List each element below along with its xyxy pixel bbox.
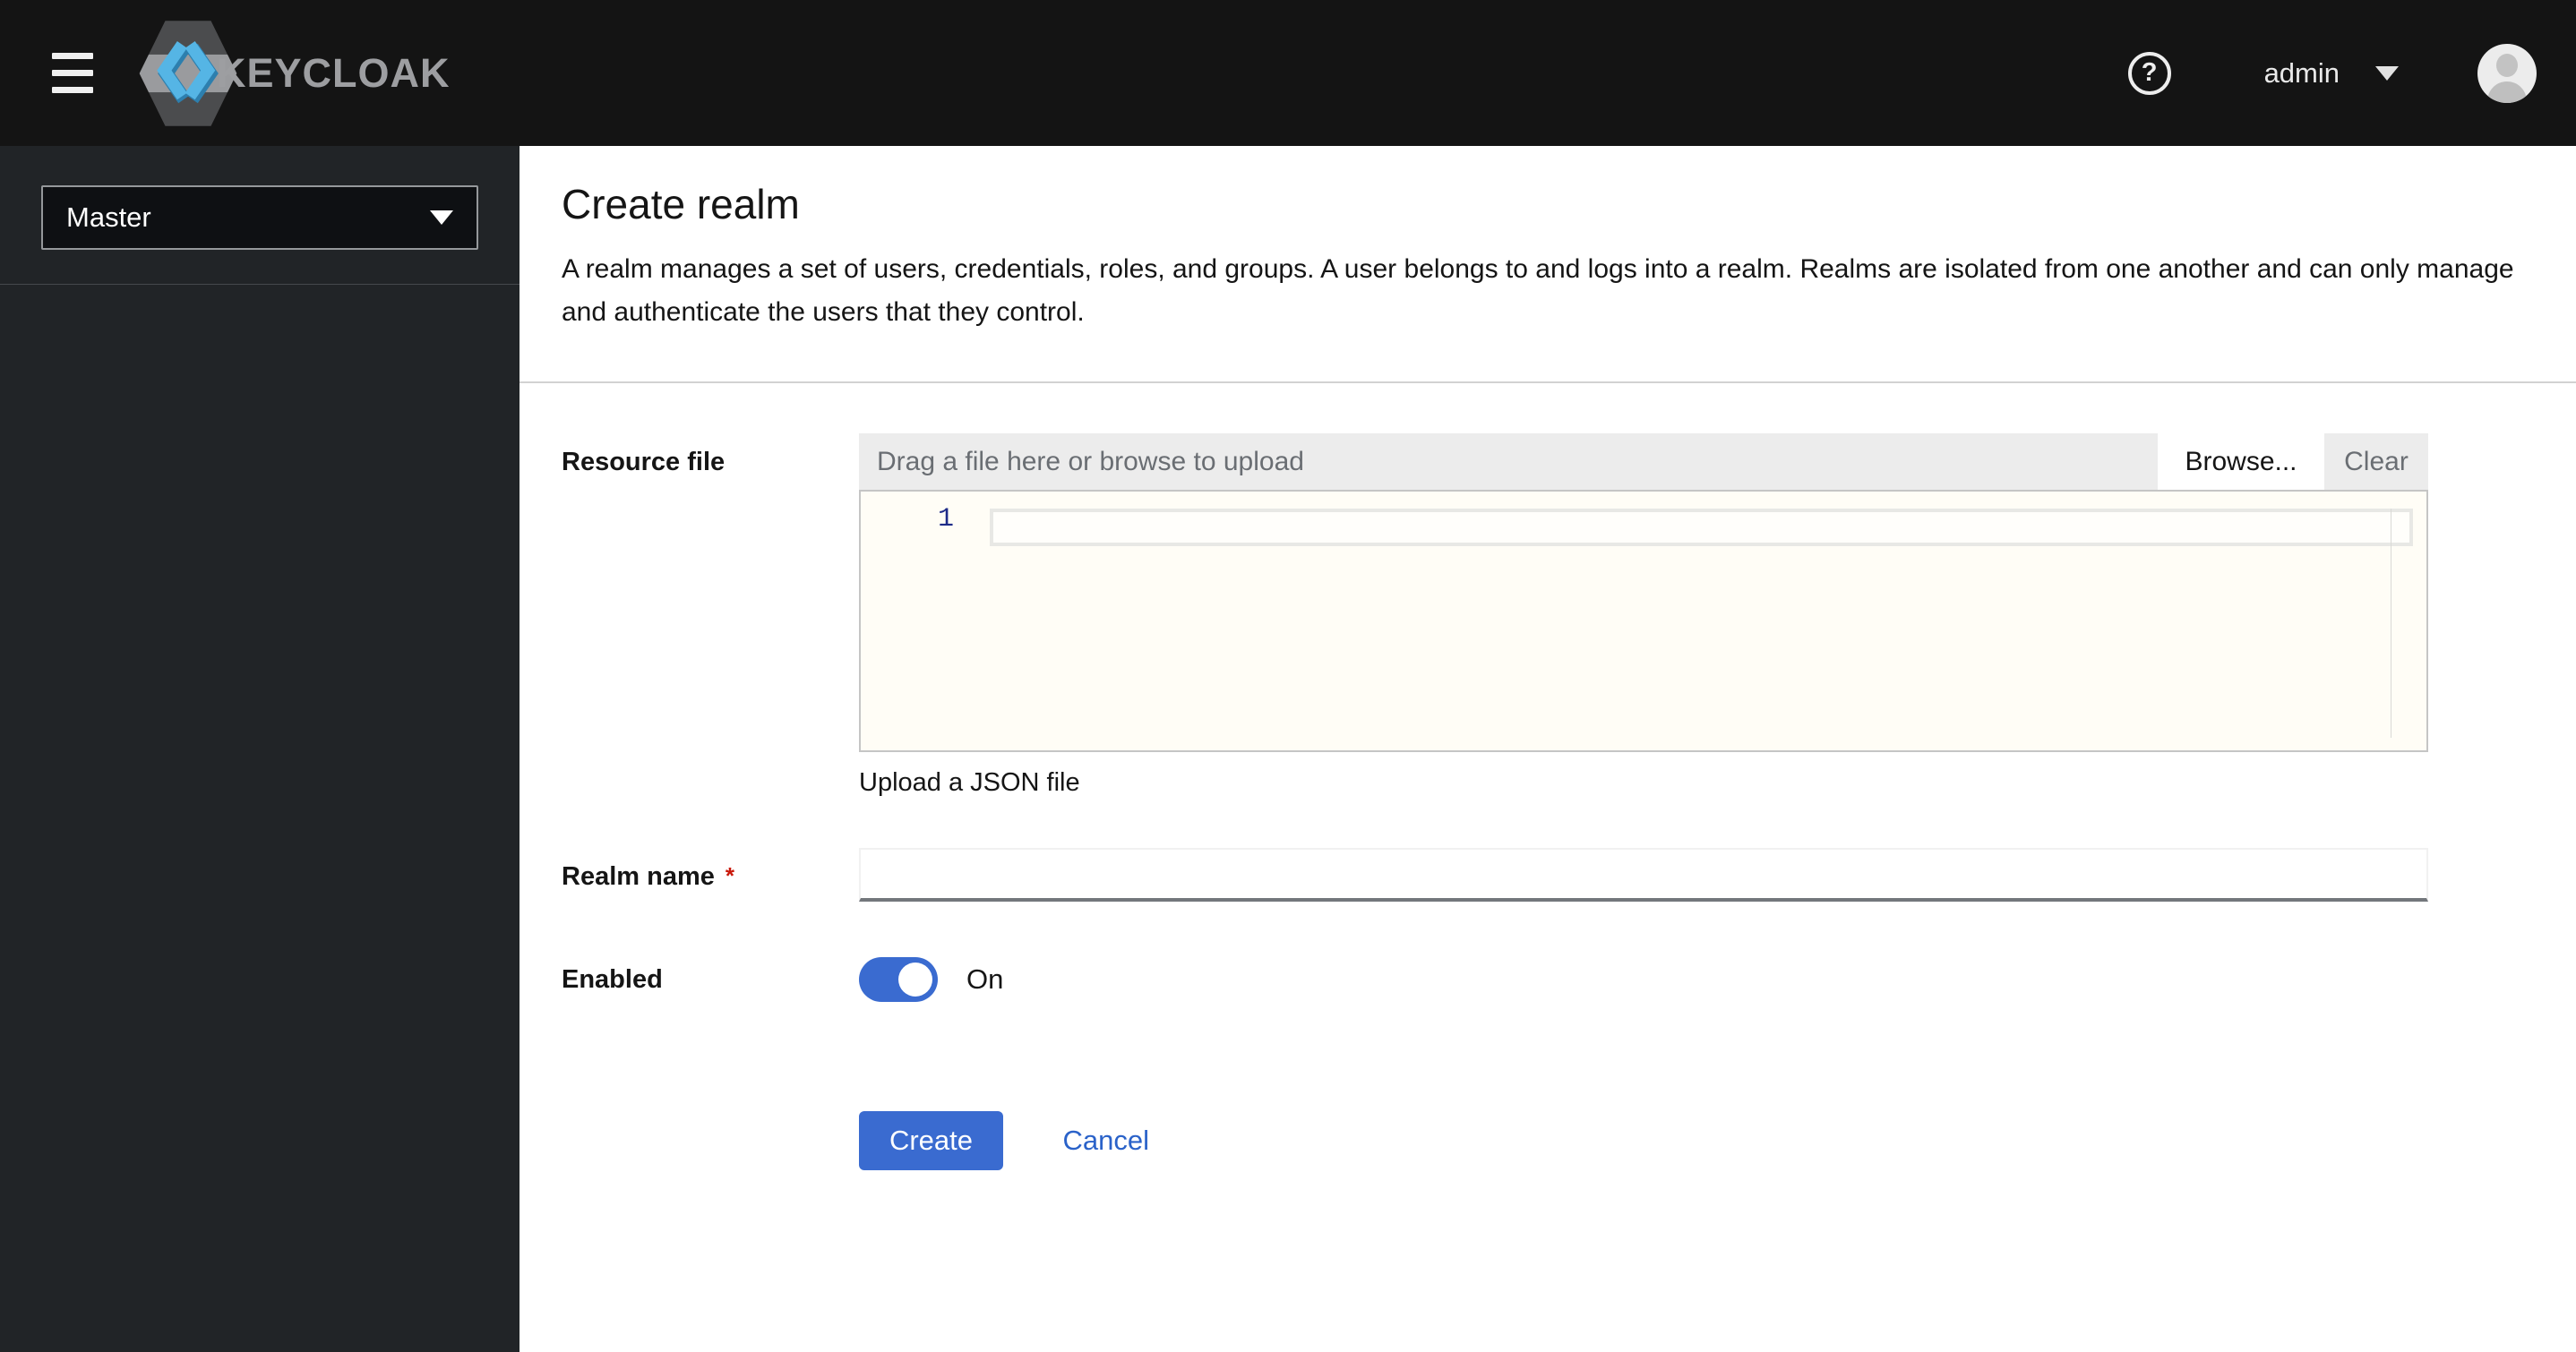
create-button[interactable]: Create	[859, 1111, 1003, 1170]
create-realm-form: Resource file Drag a file here or browse…	[519, 383, 2576, 1170]
required-indicator: *	[725, 862, 734, 889]
caret-down-icon	[2375, 65, 2399, 81]
enabled-toggle[interactable]	[859, 957, 938, 1002]
resource-file-field: Drag a file here or browse to upload Bro…	[859, 433, 2428, 798]
enabled-field: On	[859, 957, 2428, 1002]
enabled-row: Enabled On	[562, 957, 2576, 1002]
current-realm-label: Master	[66, 201, 151, 233]
user-dropdown[interactable]: admin	[2264, 57, 2399, 90]
resource-file-label: Resource file	[562, 448, 726, 476]
brand-text: KEYCLOAK	[217, 49, 451, 96]
hamburger-icon	[52, 53, 93, 59]
person-icon	[2496, 53, 2518, 77]
file-upload-input[interactable]: Drag a file here or browse to upload	[859, 433, 2158, 490]
page-description: A realm manages a set of users, credenti…	[562, 254, 2514, 327]
form-actions-row: Create Cancel	[562, 1111, 2576, 1170]
body-row: Master Create realm A realm manages a se…	[0, 146, 2576, 1352]
actions-spacer	[562, 1134, 859, 1148]
clear-button[interactable]: Clear	[2324, 433, 2428, 490]
person-icon-body	[2487, 81, 2527, 103]
realm-name-row: Realm name *	[562, 848, 2576, 902]
app-root: KEYCLOAK ? admin Master Create realm A r…	[0, 0, 2576, 1352]
user-avatar[interactable]	[2477, 43, 2537, 103]
cancel-link[interactable]: Cancel	[1062, 1125, 1149, 1156]
realm-name-label: Realm name *	[562, 862, 734, 891]
actions-field: Create Cancel	[859, 1111, 2428, 1170]
help-icon[interactable]: ?	[2127, 51, 2171, 95]
masthead: KEYCLOAK ? admin	[0, 0, 2576, 146]
keycloak-logo[interactable]: KEYCLOAK	[138, 19, 451, 128]
page-header: Create realm A realm manages a set of us…	[519, 146, 2576, 383]
file-upload-bar: Drag a file here or browse to upload Bro…	[859, 433, 2428, 490]
realm-name-input[interactable]	[859, 848, 2428, 902]
sidebar: Master	[0, 146, 519, 1352]
json-code-editor[interactable]: 1	[859, 490, 2428, 752]
toggle-state-label: On	[966, 963, 1004, 995]
main-content: Create realm A realm manages a set of us…	[519, 146, 2576, 1352]
help-glyph: ?	[2141, 58, 2158, 87]
caret-down-icon	[430, 210, 453, 225]
page-title: Create realm	[562, 181, 800, 227]
username-label: admin	[2263, 56, 2340, 89]
realm-selector-section: Master	[0, 146, 519, 285]
resource-file-row: Resource file Drag a file here or browse…	[562, 433, 2576, 798]
resource-file-helper-text: Upload a JSON file	[859, 768, 1080, 797]
nav-toggle-button[interactable]	[47, 46, 99, 100]
toggle-knob	[898, 963, 932, 997]
editor-active-line[interactable]	[990, 509, 2413, 546]
realm-name-field	[859, 848, 2428, 902]
browse-button[interactable]: Browse...	[2158, 433, 2324, 490]
realm-selector-dropdown[interactable]: Master	[41, 185, 478, 250]
editor-line-number: 1	[937, 504, 954, 535]
enabled-label: Enabled	[562, 964, 663, 994]
